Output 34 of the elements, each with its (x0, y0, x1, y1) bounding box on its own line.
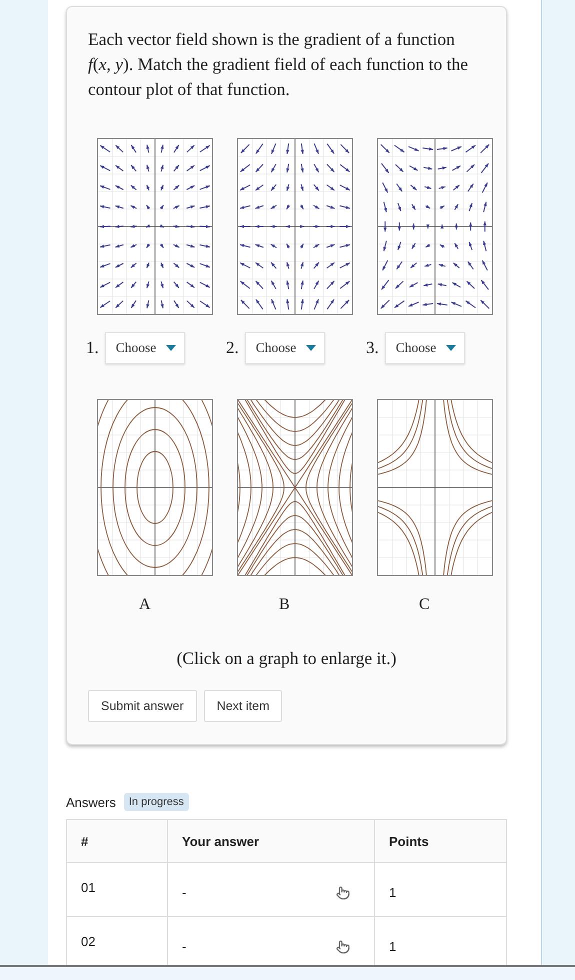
contour-plot-drawing[interactable] (237, 399, 353, 576)
item-number: 1. (86, 338, 99, 358)
plot-label: C (419, 596, 430, 614)
submit-button[interactable]: Submit answer (88, 690, 197, 722)
answers-title: Answers (66, 794, 116, 810)
answer-text: - (182, 885, 186, 900)
vector-field-drawing[interactable] (97, 138, 213, 315)
item-number: 3. (366, 338, 379, 358)
plot-label: A (139, 596, 151, 614)
table-cell: 01 (66, 862, 168, 916)
answer-text: - (182, 939, 186, 954)
vector-field-drawing[interactable] (237, 138, 353, 315)
caret-icon (306, 345, 316, 351)
choose-dropdown[interactable]: Choose (384, 332, 466, 364)
status-badge: In progress (124, 793, 189, 811)
caret-icon (166, 345, 176, 351)
plot-label: B (279, 596, 290, 614)
table-cell: 1 (374, 862, 506, 916)
question-text: Each vector field shown is the gradient of a function f(x, y). Match the gradient field of each function to the contour plot of that function. (88, 28, 470, 101)
next-button[interactable]: Next item (204, 690, 282, 722)
contour-plot-drawing[interactable] (97, 399, 213, 576)
choose-dropdown[interactable]: Choose (104, 332, 186, 364)
caret-icon (446, 345, 456, 351)
hint-text: (Click on a graph to enlarge it.) (176, 648, 398, 669)
column-header: Points (374, 820, 506, 862)
item-number: 2. (226, 338, 239, 358)
vector-field-drawing[interactable] (377, 138, 493, 315)
table-cell: 02 (66, 916, 168, 965)
column-header: Your answer (168, 820, 374, 862)
choose-dropdown[interactable]: Choose (244, 332, 326, 364)
pointer-hand-icon[interactable] (336, 886, 350, 900)
pointer-hand-icon[interactable] (336, 940, 350, 954)
column-header: # (66, 820, 168, 862)
contour-plot-drawing[interactable] (377, 399, 493, 576)
